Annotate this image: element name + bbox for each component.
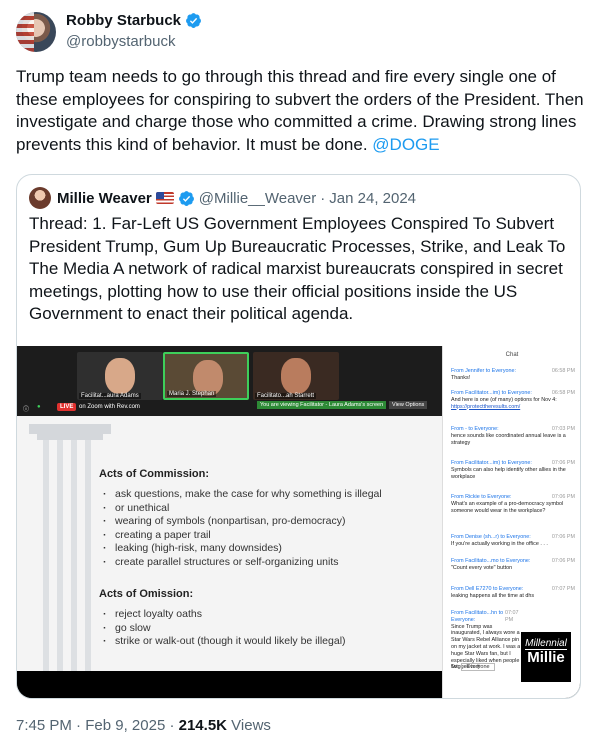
participant-tile: Facilitat...aura Adams — [77, 352, 163, 400]
quoted-author-handle: @Millie__Weaver — [198, 189, 317, 207]
tweet-date[interactable]: Feb 9, 2025 — [85, 717, 165, 734]
chat-message: From Facilitato...hn to Everyone: 07:07 P… — [451, 610, 521, 671]
chat-time: 06:58 PM — [551, 368, 575, 374]
omission-list: reject loyalty oaths go slow strike or w… — [103, 608, 346, 649]
presentation-slide: Acts of Commission: ask questions, make … — [17, 416, 442, 671]
list-item: strike or walk-out (though it would like… — [103, 635, 346, 649]
views-count: 214.5K — [178, 717, 227, 734]
tweet-header: Robby Starbuck @robbystarbuck — [16, 10, 596, 60]
chat-to-select: Everyone — [461, 663, 495, 671]
verified-badge-icon — [186, 13, 201, 28]
chat-message: From Facilitator...im) to Everyone: 07:06… — [451, 460, 575, 480]
author-handle[interactable]: @robbystarbuck — [66, 33, 175, 50]
author-name[interactable]: Robby Starbuck — [66, 12, 181, 29]
quoted-tweet-header: Millie Weaver @Millie__Weaver · Jan 24, … — [29, 187, 416, 209]
chat-link: https://protecttheresults.com/ — [451, 403, 521, 410]
us-flag-icon — [155, 192, 174, 204]
chat-text: Thanks! — [451, 374, 471, 381]
chat-sender: From - to Everyone: — [451, 426, 499, 432]
info-icon: ⓘ — [23, 407, 30, 413]
pillar-graphic — [29, 424, 111, 671]
chat-sender: From Dell E7270 to Everyone: — [451, 586, 524, 592]
participant-tile: Facilitato...ah Starrett — [253, 352, 339, 400]
quoted-date: Jan 24, 2024 — [329, 189, 417, 207]
chat-time: 07:06 PM — [551, 494, 575, 500]
shield-icon: ● — [37, 404, 41, 410]
millennial-millie-logo: Millennial Millie — [520, 631, 572, 683]
view-options-button: View Options — [389, 401, 428, 409]
chat-sender: From Facilitato...mo to Everyone: — [451, 558, 531, 564]
list-item: create parallel structures or self-organ… — [103, 556, 382, 570]
participant-label: Maria J. Stephan — [167, 391, 217, 397]
zoom-top-bar: Facilitat...aura Adams Maria J. Stephan … — [17, 346, 442, 416]
doge-mention-link[interactable]: @DOGE — [372, 135, 439, 154]
quoted-author-name: Millie Weaver — [57, 189, 152, 207]
chat-text: leaking happens all the time at dhs — [451, 592, 535, 599]
tweet-body: Trump team needs to go through this thre… — [16, 67, 584, 154]
chat-text: If you're actually working in the office… — [451, 540, 548, 547]
chat-title: Chat — [505, 352, 519, 358]
meta-dot: · — [76, 717, 82, 734]
logo-line2: Millie — [527, 649, 565, 666]
list-item: creating a paper trail — [103, 529, 382, 543]
participant-tile: Maria J. Stephan — [163, 352, 249, 400]
chat-message: From Facilitator...im) to Everyone: 06:58… — [451, 390, 575, 410]
chat-sender: From Facilitato...hn to Everyone: — [451, 610, 504, 623]
list-item: reject loyalty oaths — [103, 608, 346, 622]
chat-sender: From Rickie to Everyone: — [451, 494, 512, 500]
chat-time: 07:06 PM — [551, 558, 575, 564]
chat-text: What's an example of a pro-democracy sym… — [451, 500, 564, 514]
quoted-tweet-text: Thread: 1. Far-Left US Government Employ… — [29, 214, 566, 323]
quoted-media[interactable]: Facilitat...aura Adams Maria J. Stephan … — [17, 346, 580, 698]
chat-text: Symbols can also help identify other all… — [451, 466, 566, 480]
chat-message: From Dell E7270 to Everyone: 07:07 PM lea… — [451, 586, 575, 600]
tweet-text: Trump team needs to go through this thre… — [16, 66, 586, 156]
chat-text: "Count every vote" button — [451, 564, 513, 571]
chat-time: 07:07 PM — [551, 586, 575, 592]
commission-heading: Acts of Commission: — [99, 468, 210, 480]
list-item: go slow — [103, 622, 346, 636]
chat-message: From Facilitato...mo to Everyone: 07:06 P… — [451, 558, 575, 572]
chat-sender: From Facilitator...im) to Everyone: — [451, 390, 532, 396]
chat-time: 07:06 PM — [551, 534, 575, 540]
author-name-line: Robby Starbuck — [66, 12, 202, 29]
meta-dot: · — [169, 717, 175, 734]
chat-to-label: To: — [451, 664, 459, 670]
tweet-meta: 7:45 PM · Feb 9, 2025 · 214.5K Views — [16, 717, 271, 734]
list-item: leaking (high-risk, many downsides) — [103, 542, 382, 556]
omission-heading: Acts of Omission: — [99, 588, 194, 600]
list-item: or unethical — [103, 502, 382, 516]
chat-time: 06:58 PM — [551, 390, 575, 396]
meta-separator: · — [320, 189, 326, 207]
list-item: wearing of symbols (nonpartisan, pro-dem… — [103, 515, 382, 529]
chat-text: hence sounds like coordinated annual lea… — [451, 432, 566, 446]
zoom-stream-label: on Zoom with Rev.com — [79, 404, 140, 410]
live-badge: LIVE — [57, 403, 77, 411]
chat-time: 07:07 PM — [505, 610, 519, 623]
video-bottom-bar — [17, 671, 442, 698]
quoted-author-avatar — [29, 187, 51, 209]
author-avatar[interactable] — [16, 12, 56, 52]
list-item: ask questions, make the case for why som… — [103, 488, 382, 502]
quoted-tweet[interactable]: Millie Weaver @Millie__Weaver · Jan 24, … — [16, 174, 581, 699]
logo-line1: Millennial — [525, 638, 567, 649]
chat-sender: From Denise (sh...r) to Everyone: — [451, 534, 531, 540]
verified-badge-icon — [178, 190, 194, 206]
chat-message: From Denise (sh...r) to Everyone: 07:06 P… — [451, 534, 575, 548]
chat-message: From Rickie to Everyone: 07:06 PM What's … — [451, 494, 575, 514]
participant-label: Facilitato...ah Starrett — [255, 393, 317, 399]
chat-text: And here is one (of many) options for No… — [451, 396, 557, 403]
views-label: Views — [231, 717, 271, 734]
chat-message: From Jennifer to Everyone: 06:58 PM Thank… — [451, 368, 575, 382]
tweet-time[interactable]: 7:45 PM — [16, 717, 72, 734]
participant-label: Facilitat...aura Adams — [79, 393, 141, 399]
chat-time: 07:03 PM — [551, 426, 575, 432]
commission-list: ask questions, make the case for why som… — [103, 488, 382, 569]
chat-time: 07:06 PM — [551, 460, 575, 466]
viewing-banner: You are viewing Facilitator - Laura Adam… — [257, 401, 387, 409]
chat-message: From - to Everyone: 07:03 PM hence sounds… — [451, 426, 575, 446]
chat-sender: From Jennifer to Everyone: — [451, 368, 517, 374]
chat-sender: From Facilitator...im) to Everyone: — [451, 460, 532, 466]
chat-recipient: To: Everyone — [451, 663, 495, 671]
